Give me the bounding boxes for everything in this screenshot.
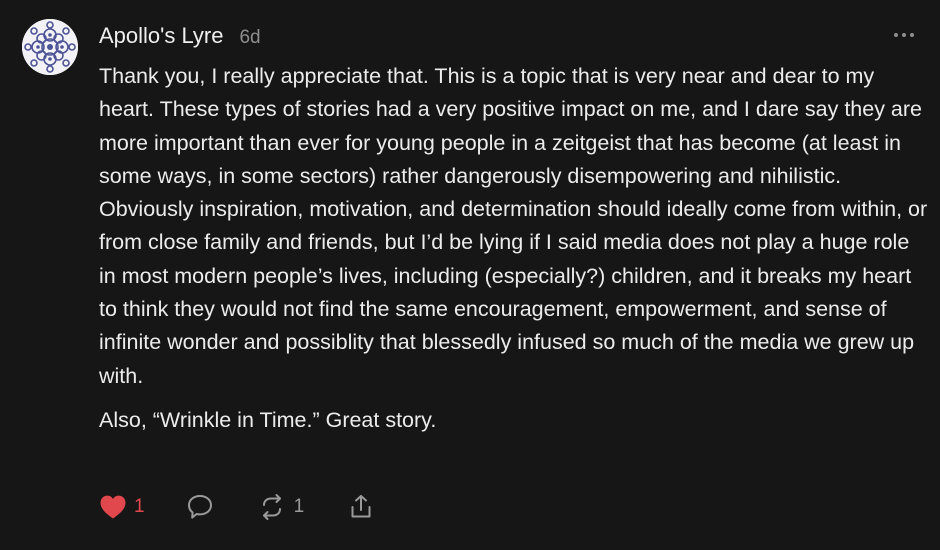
share-icon [346,492,376,522]
timestamp: 6d [239,27,261,48]
more-dots-icon[interactable] [890,28,918,42]
author-name[interactable]: Apollo's Lyre [99,23,223,49]
restack-button[interactable]: 1 [257,492,305,522]
share-button[interactable] [346,492,376,522]
like-count: 1 [134,496,145,517]
restack-icon [257,492,287,522]
restack-count: 1 [293,496,305,517]
like-button[interactable]: 1 [99,494,145,520]
comment-header: Apollo's Lyre 6d [99,23,261,51]
action-bar: 1 1 [99,490,376,524]
heart-icon [99,494,127,520]
comment-body: Thank you, I really appreciate that. Thi… [99,60,929,448]
avatar-image [22,19,78,75]
comment-paragraph: Also, “Wrinkle in Time.” Great story. [99,407,437,432]
avatar[interactable] [22,19,78,75]
comment: Apollo's Lyre 6d Thank you, I really app… [0,0,940,550]
comment-paragraph: Thank you, I really appreciate that. Thi… [99,64,928,388]
reply-button[interactable] [185,492,215,522]
comment-bubble-icon [185,492,215,522]
